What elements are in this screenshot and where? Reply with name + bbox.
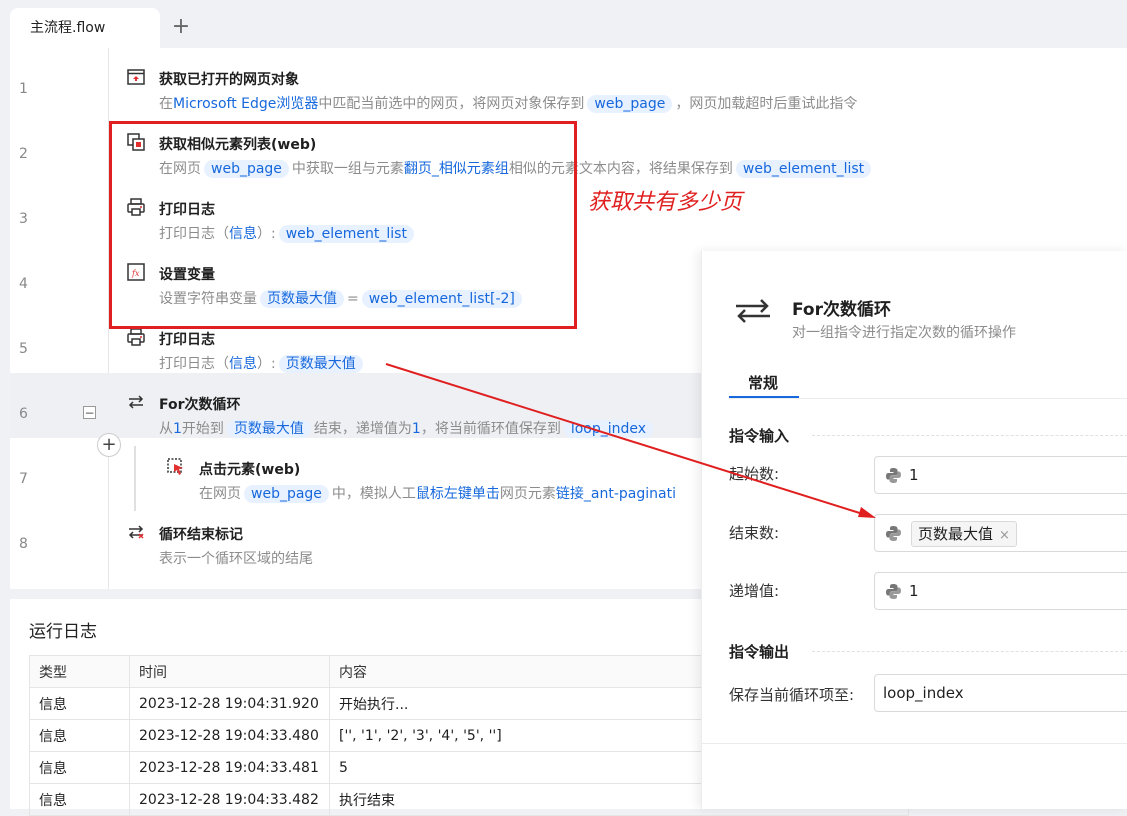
log-type: 信息: [29, 687, 130, 720]
line-number: 2: [19, 146, 28, 162]
variable-chip: loop_index: [563, 420, 654, 438]
variable-chip: 页数最大值: [278, 355, 363, 373]
step-label: 递增值:: [729, 582, 780, 600]
save-label: 保存当前循环项至:: [729, 686, 855, 704]
tab-main-flow[interactable]: 主流程.flow: [10, 8, 160, 48]
step-title: For次数循环: [159, 397, 241, 413]
output-section-title: 指令输出: [729, 643, 790, 661]
step-desc: 打印日志（信息）: 页数最大值: [159, 353, 366, 373]
log-type: 信息: [29, 719, 130, 752]
print-log-icon: [127, 328, 145, 346]
log-time: 2023-12-28 19:04:33.481: [129, 751, 330, 784]
start-number-value: 1: [909, 466, 919, 484]
annotation-box: [109, 121, 577, 329]
step-value: 1: [909, 582, 919, 600]
step-title: 循环结束标记: [159, 527, 243, 543]
step-title: 点击元素(web): [199, 462, 301, 478]
step-desc: 表示一个循环区域的结尾: [159, 551, 313, 567]
tab-divider: [729, 398, 1127, 399]
variable-tag[interactable]: 页数最大值 ×: [911, 521, 1017, 547]
add-tab-button[interactable]: +: [170, 10, 192, 44]
section-divider: [812, 651, 1127, 652]
step-desc: 在网页 web_page 中，模拟人工鼠标左键单击网页元素链接_ant-pagina…: [199, 485, 676, 503]
log-time: 2023-12-28 19:04:33.480: [129, 719, 330, 752]
line-number: 1: [19, 81, 28, 97]
remove-tag-icon[interactable]: ×: [999, 528, 1010, 543]
loop-icon: [128, 395, 144, 409]
tab-general[interactable]: 常规: [748, 372, 778, 393]
annotation-text: 获取共有多少页: [588, 190, 743, 215]
click-element-icon: [167, 458, 183, 475]
end-label: 结束数:: [729, 524, 780, 542]
loop-end-icon: [128, 525, 144, 539]
variable-chip: web_element_list: [735, 160, 872, 178]
variable-tag-label: 页数最大值: [918, 525, 994, 543]
log-type: 信息: [29, 751, 130, 784]
add-step-button[interactable]: +: [97, 433, 121, 457]
properties-panel: For次数循环 对一组指令进行指定次数的循环操作 常规 指令输入 起始数: 1 …: [701, 251, 1127, 809]
line-number: 3: [19, 211, 28, 227]
properties-subtitle: 对一组指令进行指定次数的循环操作: [792, 325, 1016, 341]
panel-divider: [702, 743, 1127, 744]
variable-chip: web_page: [244, 485, 329, 503]
log-time: 2023-12-28 19:04:33.482: [129, 783, 330, 816]
input-section-title: 指令输入: [729, 427, 790, 445]
properties-title: For次数循环: [792, 300, 891, 320]
step-desc: 从1开始到 页数最大值 结束，递增值为1，将当前循环值保存到 loop_index: [159, 418, 656, 438]
start-number-field[interactable]: 1: [874, 456, 1127, 494]
variable-chip: web_page: [587, 95, 673, 113]
variable-chip: 页数最大值: [226, 420, 311, 438]
python-icon: [886, 526, 901, 541]
log-title: 运行日志: [29, 622, 97, 642]
step-value-field[interactable]: 1: [874, 572, 1127, 610]
loop-icon: [736, 299, 770, 323]
line-number: 7: [19, 471, 28, 487]
python-icon: [886, 468, 901, 483]
tab-bar: 主流程.flow +: [0, 0, 1127, 48]
line-number: 5: [19, 341, 28, 357]
line-number: 4: [19, 276, 28, 292]
section-divider: [812, 435, 1127, 436]
python-icon: [886, 584, 901, 599]
flow-step-1[interactable]: 1 获取已打开的网页对象 在Microsoft Edge浏览器中匹配当前选中的网…: [10, 48, 1127, 113]
end-number-field[interactable]: 页数最大值 ×: [874, 514, 1127, 552]
step-title: 打印日志: [159, 332, 215, 348]
save-loop-item-value: loop_index: [883, 684, 964, 702]
webpage-icon: [127, 69, 145, 85]
step-title: 获取已打开的网页对象: [159, 72, 299, 88]
start-label: 起始数:: [729, 465, 780, 483]
line-number: 6: [19, 406, 28, 422]
step-desc: 在Microsoft Edge浏览器中匹配当前选中的网页，将网页对象保存到 web…: [159, 95, 858, 113]
collapse-loop-button[interactable]: −: [83, 406, 96, 419]
save-loop-item-field[interactable]: loop_index: [874, 674, 1127, 712]
line-number: 8: [19, 536, 28, 552]
column-header: 时间: [129, 655, 330, 688]
column-header: 类型: [29, 655, 130, 688]
log-type: 信息: [29, 783, 130, 816]
log-time: 2023-12-28 19:04:31.920: [129, 687, 330, 720]
